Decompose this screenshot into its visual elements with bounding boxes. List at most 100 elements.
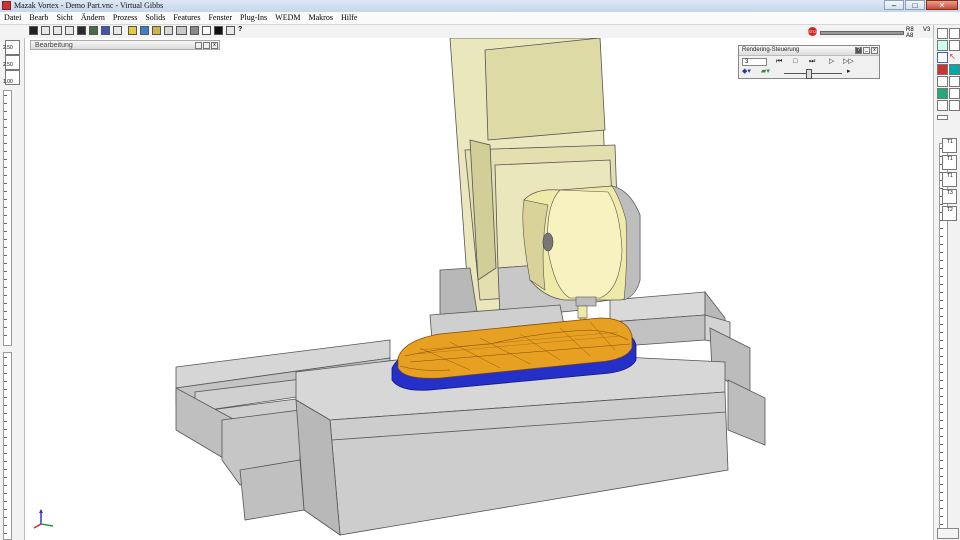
- play-icon[interactable]: ▷: [829, 58, 834, 66]
- left-toolstrip: 2.50 2.50 1.00: [0, 38, 25, 540]
- ruler-tick: [4, 533, 7, 534]
- tool-station-1[interactable]: T1: [942, 138, 957, 153]
- ruler-tick: [940, 292, 943, 293]
- speed-slider-track[interactable]: [784, 73, 842, 74]
- rendering-step-input[interactable]: 3: [742, 58, 767, 66]
- stop-square-icon[interactable]: □: [793, 58, 797, 66]
- section-icon[interactable]: [176, 26, 187, 35]
- new-doc-icon[interactable]: [937, 28, 948, 39]
- ruler-tick: [940, 452, 943, 453]
- ruler-tick: [4, 501, 7, 502]
- check-icon[interactable]: [937, 100, 948, 111]
- stop-icon[interactable]: STOP: [808, 27, 819, 36]
- ruler-tick: [940, 364, 943, 365]
- menu-aendern[interactable]: Ändern: [77, 12, 109, 24]
- tool-station-5[interactable]: T2: [942, 206, 957, 221]
- speed-arrow-icon[interactable]: ▸: [847, 68, 851, 76]
- menu-fenster[interactable]: Fenster: [204, 12, 236, 24]
- ruler-tick: [4, 295, 7, 296]
- 3d-viewport[interactable]: [25, 38, 933, 540]
- minimize-button[interactable]: –: [884, 0, 904, 10]
- step-icon[interactable]: ⏭: [809, 58, 815, 66]
- ruler-tick: [4, 381, 7, 382]
- bearbeitung-restore-icon[interactable]: [203, 42, 210, 49]
- view-grid-icon[interactable]: [113, 26, 122, 35]
- texture-icon[interactable]: [152, 26, 161, 35]
- ruler-tick: [4, 159, 7, 160]
- grid-icon[interactable]: [949, 100, 960, 111]
- view-hidden-icon[interactable]: [41, 26, 50, 35]
- view-color-icon[interactable]: [101, 26, 110, 35]
- speed-slider-thumb[interactable]: [806, 69, 812, 79]
- fast-forward-icon[interactable]: ▷▷: [843, 58, 854, 66]
- ruler-tick: [4, 247, 7, 248]
- render-icon[interactable]: [128, 26, 137, 35]
- menu-makros[interactable]: Makros: [304, 12, 336, 24]
- ruler-tick: [4, 421, 7, 422]
- ruler-tick: [940, 284, 943, 285]
- ruler-tick: [4, 183, 7, 184]
- tool-icon[interactable]: [190, 26, 199, 35]
- view-wireframe-icon[interactable]: [29, 26, 38, 35]
- menu-prozess[interactable]: Prozess: [109, 12, 141, 24]
- view-dark-icon[interactable]: [77, 26, 86, 35]
- measure-icon[interactable]: [202, 26, 211, 35]
- ruler-tick: [4, 389, 7, 390]
- ruler-tick: [940, 420, 943, 421]
- ruler-tick: [4, 437, 7, 438]
- rendering-help-icon[interactable]: ?: [855, 47, 862, 54]
- tool-station-5-label: T2: [947, 207, 953, 213]
- tool-station-3[interactable]: T1: [942, 172, 957, 187]
- maximize-button[interactable]: □: [905, 0, 925, 10]
- rendering-minimize-icon[interactable]: _: [863, 47, 870, 54]
- menu-solids[interactable]: Solids: [141, 12, 169, 24]
- view-shaded-icon[interactable]: [53, 26, 62, 35]
- vertical-ruler-bottom[interactable]: [3, 352, 12, 540]
- menu-plugins[interactable]: Plug-Ins: [236, 12, 271, 24]
- light-icon[interactable]: [164, 26, 173, 35]
- ruler-tick: [940, 516, 943, 517]
- bearbeitung-close-icon[interactable]: x: [211, 42, 218, 49]
- surface-icon[interactable]: [937, 88, 948, 99]
- bearbeitung-minimize-icon[interactable]: [195, 42, 202, 49]
- teal-tool-icon[interactable]: [949, 64, 960, 75]
- view-green-icon[interactable]: [89, 26, 98, 35]
- arrow-icon[interactable]: ↖: [949, 52, 960, 63]
- render-color-icon[interactable]: ▰▾: [761, 68, 770, 76]
- red-tool-icon[interactable]: [937, 64, 948, 75]
- zoom-label-2: 2.50: [3, 62, 13, 68]
- ruler-tick: [4, 327, 7, 328]
- view-solid-icon[interactable]: [65, 26, 74, 35]
- vertical-ruler-top[interactable]: [3, 90, 12, 346]
- close-button[interactable]: ✕: [926, 0, 958, 10]
- bottom-right-button[interactable]: [937, 528, 959, 539]
- ruler-tick: [4, 335, 7, 336]
- scroll-up-icon[interactable]: [937, 115, 948, 120]
- solid-icon[interactable]: [949, 88, 960, 99]
- window-title: Mazak Vortex - Demo Part.vnc - Virtual G…: [14, 1, 164, 10]
- stack-icon[interactable]: [949, 76, 960, 87]
- edit-icon[interactable]: [949, 40, 960, 51]
- help-pointer-icon[interactable]: ?: [238, 26, 247, 35]
- shade-icon[interactable]: [140, 26, 149, 35]
- menu-datei[interactable]: Datei: [0, 12, 25, 24]
- select-icon[interactable]: [937, 40, 948, 51]
- menu-features[interactable]: Features: [169, 12, 204, 24]
- pick-icon[interactable]: [214, 26, 223, 35]
- open-doc-icon[interactable]: [949, 28, 960, 39]
- menu-bearb[interactable]: Bearb: [25, 12, 52, 24]
- menu-hilfe[interactable]: Hilfe: [337, 12, 361, 24]
- ruler-tick: [940, 492, 943, 493]
- menu-wedm[interactable]: WEDM: [271, 12, 304, 24]
- rewind-icon[interactable]: ⏮: [776, 58, 782, 66]
- tool-station-4[interactable]: T3: [942, 189, 957, 204]
- ruler-tick: [940, 380, 943, 381]
- menu-sicht[interactable]: Sicht: [52, 12, 76, 24]
- print-icon[interactable]: [226, 26, 235, 35]
- render-mode-icon[interactable]: ◆▾: [742, 68, 751, 76]
- rendering-close-icon[interactable]: x: [871, 47, 878, 54]
- app-icon: [2, 1, 11, 10]
- tool-station-2[interactable]: T1: [942, 155, 957, 170]
- layer-icon[interactable]: [937, 76, 948, 87]
- frame-icon[interactable]: [937, 52, 948, 63]
